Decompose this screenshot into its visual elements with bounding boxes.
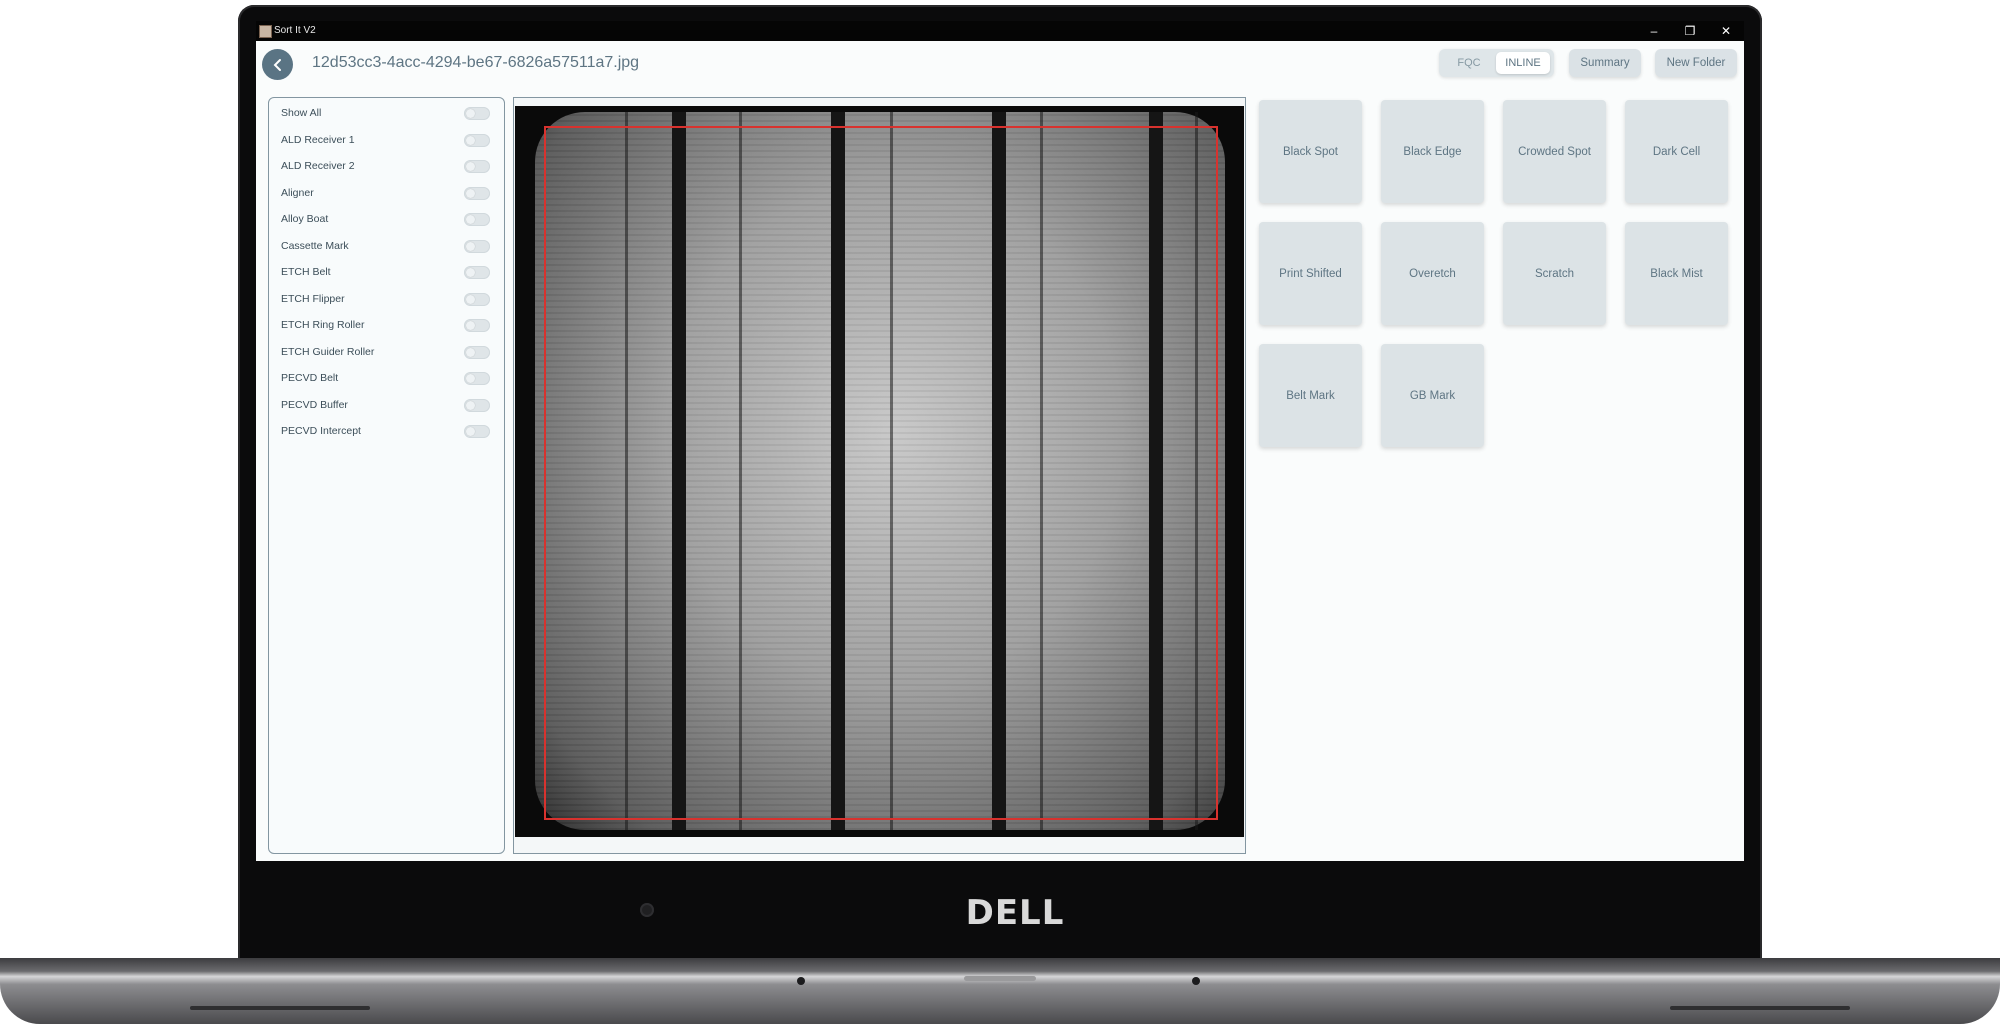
filter-row: Aligner bbox=[269, 183, 504, 209]
toggle-knob bbox=[466, 268, 475, 277]
filter-row: Show All bbox=[269, 103, 504, 129]
defect-button-black-edge[interactable]: Black Edge bbox=[1381, 100, 1484, 203]
defect-button-belt-mark[interactable]: Belt Mark bbox=[1259, 344, 1362, 447]
laptop-base bbox=[0, 958, 2000, 1024]
toggle-knob bbox=[466, 294, 475, 304]
base-foot bbox=[1670, 1006, 1850, 1010]
filter-row: Cassette Mark bbox=[269, 236, 504, 262]
detection-box bbox=[544, 126, 1218, 820]
defect-button-scratch[interactable]: Scratch bbox=[1503, 222, 1606, 325]
filter-toggle[interactable] bbox=[464, 133, 490, 147]
filter-label: ETCH Ring Roller bbox=[281, 319, 365, 331]
toggle-knob bbox=[466, 109, 475, 118]
filter-label: ETCH Guider Roller bbox=[281, 345, 375, 358]
toggle-knob bbox=[466, 188, 475, 198]
window-title: Sort It V2 bbox=[274, 25, 316, 36]
filter-toggle[interactable] bbox=[464, 160, 490, 173]
filter-panel: Show All ALD Receiver 1 ALD Receiver 2 A… bbox=[268, 97, 505, 854]
filter-toggle[interactable] bbox=[464, 239, 490, 253]
filter-row: Alloy Boat bbox=[269, 209, 504, 235]
filter-label: ETCH Flipper bbox=[281, 292, 345, 305]
filter-label: Alloy Boat bbox=[281, 213, 329, 225]
mode-toggle: FQC INLINE bbox=[1439, 49, 1554, 77]
lid-notch bbox=[964, 976, 1036, 981]
base-foot bbox=[190, 1006, 370, 1010]
filter-label: ETCH Belt bbox=[281, 266, 331, 278]
filter-row: PECVD Belt bbox=[269, 368, 504, 394]
webcam-icon bbox=[640, 903, 654, 917]
filter-label: Cassette Mark bbox=[281, 239, 349, 252]
filter-label: PECVD Intercept bbox=[281, 425, 361, 437]
defect-button-overetch[interactable]: Overetch bbox=[1381, 222, 1484, 325]
filter-toggle[interactable] bbox=[464, 186, 490, 200]
filter-toggle[interactable] bbox=[464, 266, 490, 279]
filter-label: ALD Receiver 1 bbox=[281, 133, 355, 146]
hinge-dot bbox=[797, 977, 805, 985]
filter-toggle[interactable] bbox=[464, 398, 490, 412]
filter-label: Show All bbox=[281, 107, 322, 119]
filter-toggle[interactable] bbox=[464, 425, 490, 438]
filter-row: ETCH Flipper bbox=[269, 289, 504, 315]
filter-label: ALD Receiver 2 bbox=[281, 160, 355, 172]
toggle-knob bbox=[466, 400, 475, 410]
toggle-knob bbox=[466, 427, 475, 436]
minimize-button[interactable]: – bbox=[1636, 21, 1672, 41]
new-folder-button[interactable]: New Folder bbox=[1655, 49, 1737, 77]
filter-row: PECVD Intercept bbox=[269, 421, 504, 447]
toggle-knob bbox=[466, 162, 475, 171]
toggle-knob bbox=[466, 135, 475, 145]
toggle-knob bbox=[466, 321, 475, 330]
filter-toggle[interactable] bbox=[464, 372, 490, 385]
mode-option-inline[interactable]: INLINE bbox=[1496, 52, 1550, 74]
image-viewer bbox=[513, 97, 1246, 854]
title-bar: Sort It V2 – ❐ ✕ bbox=[256, 21, 1744, 41]
filter-toggle[interactable] bbox=[464, 319, 490, 332]
filter-row: ALD Receiver 2 bbox=[269, 156, 504, 182]
filter-toggle[interactable] bbox=[464, 213, 490, 226]
defect-button-dark-cell[interactable]: Dark Cell bbox=[1625, 100, 1728, 203]
defect-button-crowded-spot[interactable]: Crowded Spot bbox=[1503, 100, 1606, 203]
filter-label: Aligner bbox=[281, 186, 314, 199]
defect-button-gb-mark[interactable]: GB Mark bbox=[1381, 344, 1484, 447]
filter-toggle[interactable] bbox=[464, 345, 490, 359]
filter-toggle[interactable] bbox=[464, 292, 490, 306]
hinge-dot bbox=[1192, 977, 1200, 985]
toggle-knob bbox=[466, 374, 475, 383]
app-icon bbox=[259, 25, 272, 38]
back-button[interactable] bbox=[262, 49, 293, 80]
filter-row: PECVD Buffer bbox=[269, 395, 504, 421]
toggle-knob bbox=[466, 241, 475, 251]
el-image[interactable] bbox=[515, 106, 1244, 837]
summary-button[interactable]: Summary bbox=[1569, 49, 1641, 77]
filter-toggle[interactable] bbox=[464, 107, 490, 120]
defect-button-black-mist[interactable]: Black Mist bbox=[1625, 222, 1728, 325]
defect-button-print-shifted[interactable]: Print Shifted bbox=[1259, 222, 1362, 325]
filter-row: ETCH Belt bbox=[269, 262, 504, 288]
defect-button-black-spot[interactable]: Black Spot bbox=[1259, 100, 1362, 203]
filter-label: PECVD Belt bbox=[281, 372, 339, 384]
filter-row: ETCH Guider Roller bbox=[269, 342, 504, 368]
restore-button[interactable]: ❐ bbox=[1672, 21, 1708, 41]
toggle-knob bbox=[466, 215, 475, 224]
chevron-left-icon bbox=[273, 58, 281, 71]
filter-row: ALD Receiver 1 bbox=[269, 130, 504, 156]
app-window: Sort It V2 – ❐ ✕ 12d53cc3-4acc-4294-be67… bbox=[256, 21, 1744, 861]
close-button[interactable]: ✕ bbox=[1708, 21, 1744, 41]
toggle-knob bbox=[466, 347, 475, 357]
file-name-title: 12d53cc3-4acc-4294-be67-6826a57511a7.jpg bbox=[312, 54, 640, 71]
filter-row: ETCH Ring Roller bbox=[269, 315, 504, 341]
brand-logo: DELL bbox=[965, 893, 1065, 933]
filter-label: PECVD Buffer bbox=[281, 398, 348, 411]
mode-option-fqc[interactable]: FQC bbox=[1443, 52, 1495, 74]
